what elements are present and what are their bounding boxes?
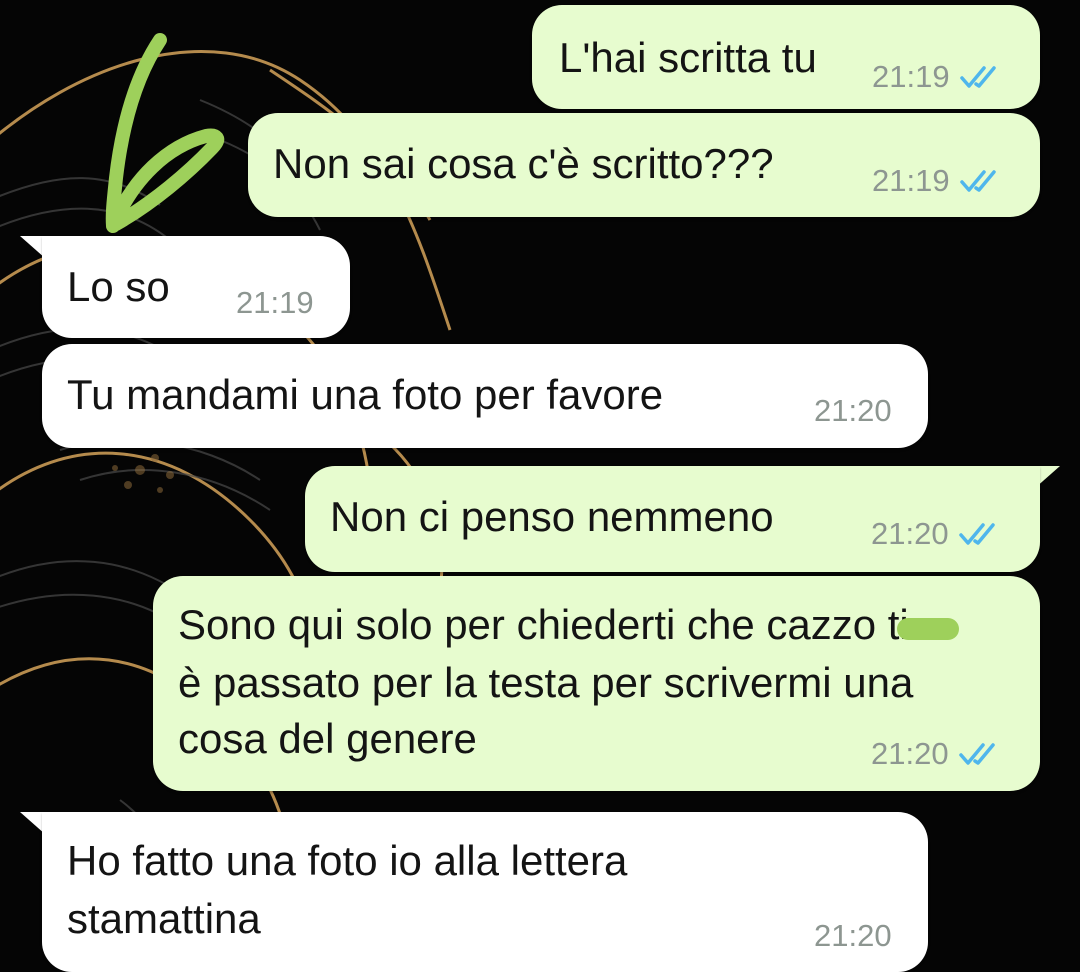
message-timestamp: 21:20	[814, 918, 892, 953]
message-timestamp: 21:19	[236, 285, 314, 320]
message-text-line: cosa del genere	[178, 715, 477, 762]
message-meta: 21:20	[814, 394, 892, 428]
message-text-line: è passato per la testa per scrivermi una	[178, 659, 914, 706]
message-timestamp: 21:20	[814, 393, 892, 428]
message-timestamp: 21:19	[872, 163, 950, 198]
message-meta: 21:19	[236, 286, 314, 320]
message-meta: 21:19	[872, 60, 1004, 94]
message-text: Tu mandami una foto per favore	[67, 371, 664, 418]
message-text: Non sai cosa c'è scritto???	[273, 140, 774, 187]
double-check-icon	[959, 170, 996, 192]
message-bubble-incoming[interactable]: Tu mandami una foto per favore 21:20	[42, 344, 928, 448]
message-timestamp: 21:20	[871, 736, 949, 771]
message-timestamp: 21:19	[872, 59, 950, 94]
message-text: L'hai scritta tu	[559, 34, 817, 81]
double-check-icon	[958, 743, 995, 765]
message-text-line: Sono qui solo per chiederti che cazzo ti	[178, 601, 909, 648]
message-bubble-outgoing[interactable]: Sono qui solo per chiederti che cazzo ti…	[153, 576, 1040, 791]
message-timestamp: 21:20	[871, 516, 949, 551]
message-bubble-outgoing[interactable]: Non ci penso nemmeno 21:20	[305, 466, 1040, 572]
message-bubble-outgoing[interactable]: L'hai scritta tu 21:19	[532, 5, 1040, 109]
message-text: Non ci penso nemmeno	[330, 493, 774, 540]
message-meta: 21:20	[814, 919, 892, 953]
message-text: Lo so	[67, 263, 170, 310]
message-bubble-incoming[interactable]: Ho fatto una foto io alla lettera stamat…	[42, 812, 928, 972]
censor-mark	[897, 618, 959, 640]
message-text-line: Ho fatto una foto io alla lettera	[67, 837, 628, 884]
message-meta: 21:20	[871, 517, 1003, 551]
message-meta: 21:20	[871, 737, 1003, 771]
message-bubble-incoming[interactable]: Lo so 21:19	[42, 236, 350, 338]
message-meta: 21:19	[872, 164, 1004, 198]
double-check-icon	[959, 66, 996, 88]
double-check-icon	[958, 523, 995, 545]
message-bubble-outgoing[interactable]: Non sai cosa c'è scritto??? 21:19	[248, 113, 1040, 217]
message-text-line: stamattina	[67, 895, 261, 942]
